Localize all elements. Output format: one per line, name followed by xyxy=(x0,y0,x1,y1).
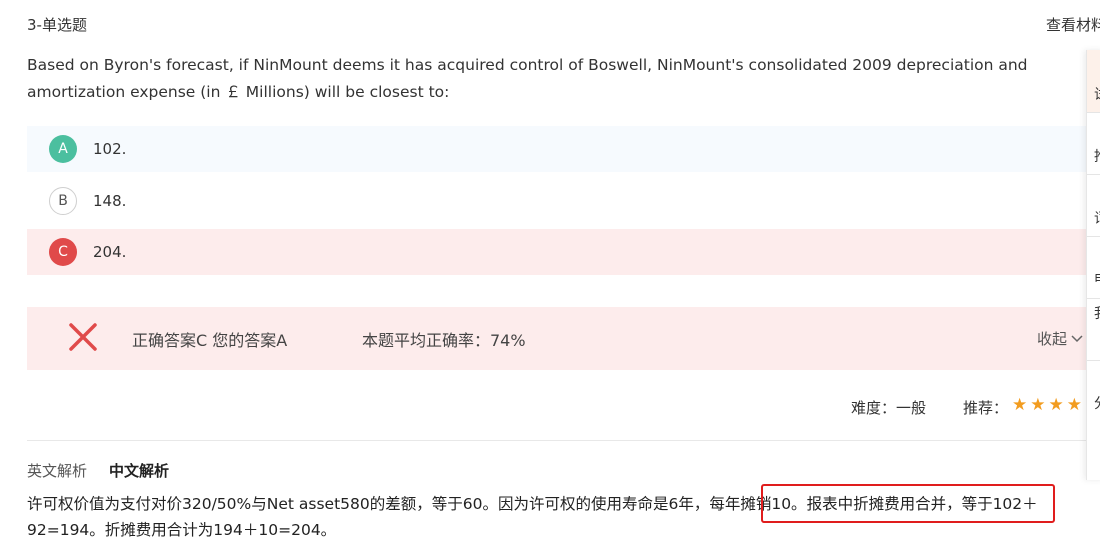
chevron-down-icon xyxy=(1071,334,1083,342)
question-text: Based on Byron's forecast, if NinMount d… xyxy=(27,56,1028,101)
side-item-5[interactable]: 我 xyxy=(1094,303,1100,323)
option-c[interactable]: C 204. xyxy=(27,229,1087,275)
option-b[interactable]: B 148. xyxy=(27,178,1087,224)
question-type-label: 3-单选题 xyxy=(27,16,87,34)
side-separator xyxy=(1087,360,1100,361)
answer-result-panel: 正确答案C 您的答案A 本题平均正确率：74% 收起 xyxy=(27,307,1087,370)
section-divider xyxy=(27,440,1087,441)
side-toolbar: 试 推 词 申 我 分 xyxy=(1086,50,1100,480)
analysis-text: 许可权价值为支付对价320/50%与Net asset580的差额，等于60。因… xyxy=(27,491,1097,543)
collapse-button[interactable]: 收起 xyxy=(1037,328,1083,349)
side-separator xyxy=(1087,112,1100,113)
side-item-2[interactable]: 推 xyxy=(1094,146,1100,166)
view-material-link[interactable]: 查看材料 xyxy=(1046,14,1100,35)
side-item-3[interactable]: 词 xyxy=(1094,208,1100,228)
side-separator xyxy=(1087,236,1100,237)
answer-summary: 正确答案C 您的答案A xyxy=(132,330,288,350)
tab-english-analysis[interactable]: 英文解析 xyxy=(27,460,87,481)
collapse-label: 收起 xyxy=(1037,330,1068,348)
star-icon: ★ xyxy=(1066,395,1082,415)
star-icon: ★ xyxy=(1012,395,1028,415)
wrong-x-icon xyxy=(69,323,97,351)
side-item-1[interactable]: 试 xyxy=(1094,84,1100,104)
option-b-letter: B xyxy=(49,187,77,215)
star-icon: ★ xyxy=(1048,395,1064,415)
analysis-part-1: 许可权价值为支付对价320/50%与Net asset580的差额，等于60。因… xyxy=(27,495,807,513)
average-accuracy: 本题平均正确率：74% xyxy=(362,330,526,350)
option-a[interactable]: A 102. xyxy=(27,126,1087,172)
recommend-label: 推荐： xyxy=(963,399,1009,417)
side-separator xyxy=(1087,298,1100,299)
option-a-text: 102. xyxy=(93,140,127,158)
analysis-part-3: 折摊费用合计为194＋10=204。 xyxy=(104,521,337,539)
side-item-6[interactable]: 分 xyxy=(1094,393,1100,413)
option-c-letter: C xyxy=(49,238,77,266)
option-b-text: 148. xyxy=(93,192,127,210)
difficulty-label: 难度：一般 xyxy=(851,399,927,417)
side-separator xyxy=(1087,174,1100,175)
option-c-text: 204. xyxy=(93,243,127,261)
option-a-letter: A xyxy=(49,135,77,163)
star-icon: ★ xyxy=(1030,395,1046,415)
rating-stars: ★ ★ ★ ★ xyxy=(1012,397,1082,414)
tab-chinese-analysis[interactable]: 中文解析 xyxy=(109,460,169,481)
side-item-4[interactable]: 申 xyxy=(1094,269,1100,289)
